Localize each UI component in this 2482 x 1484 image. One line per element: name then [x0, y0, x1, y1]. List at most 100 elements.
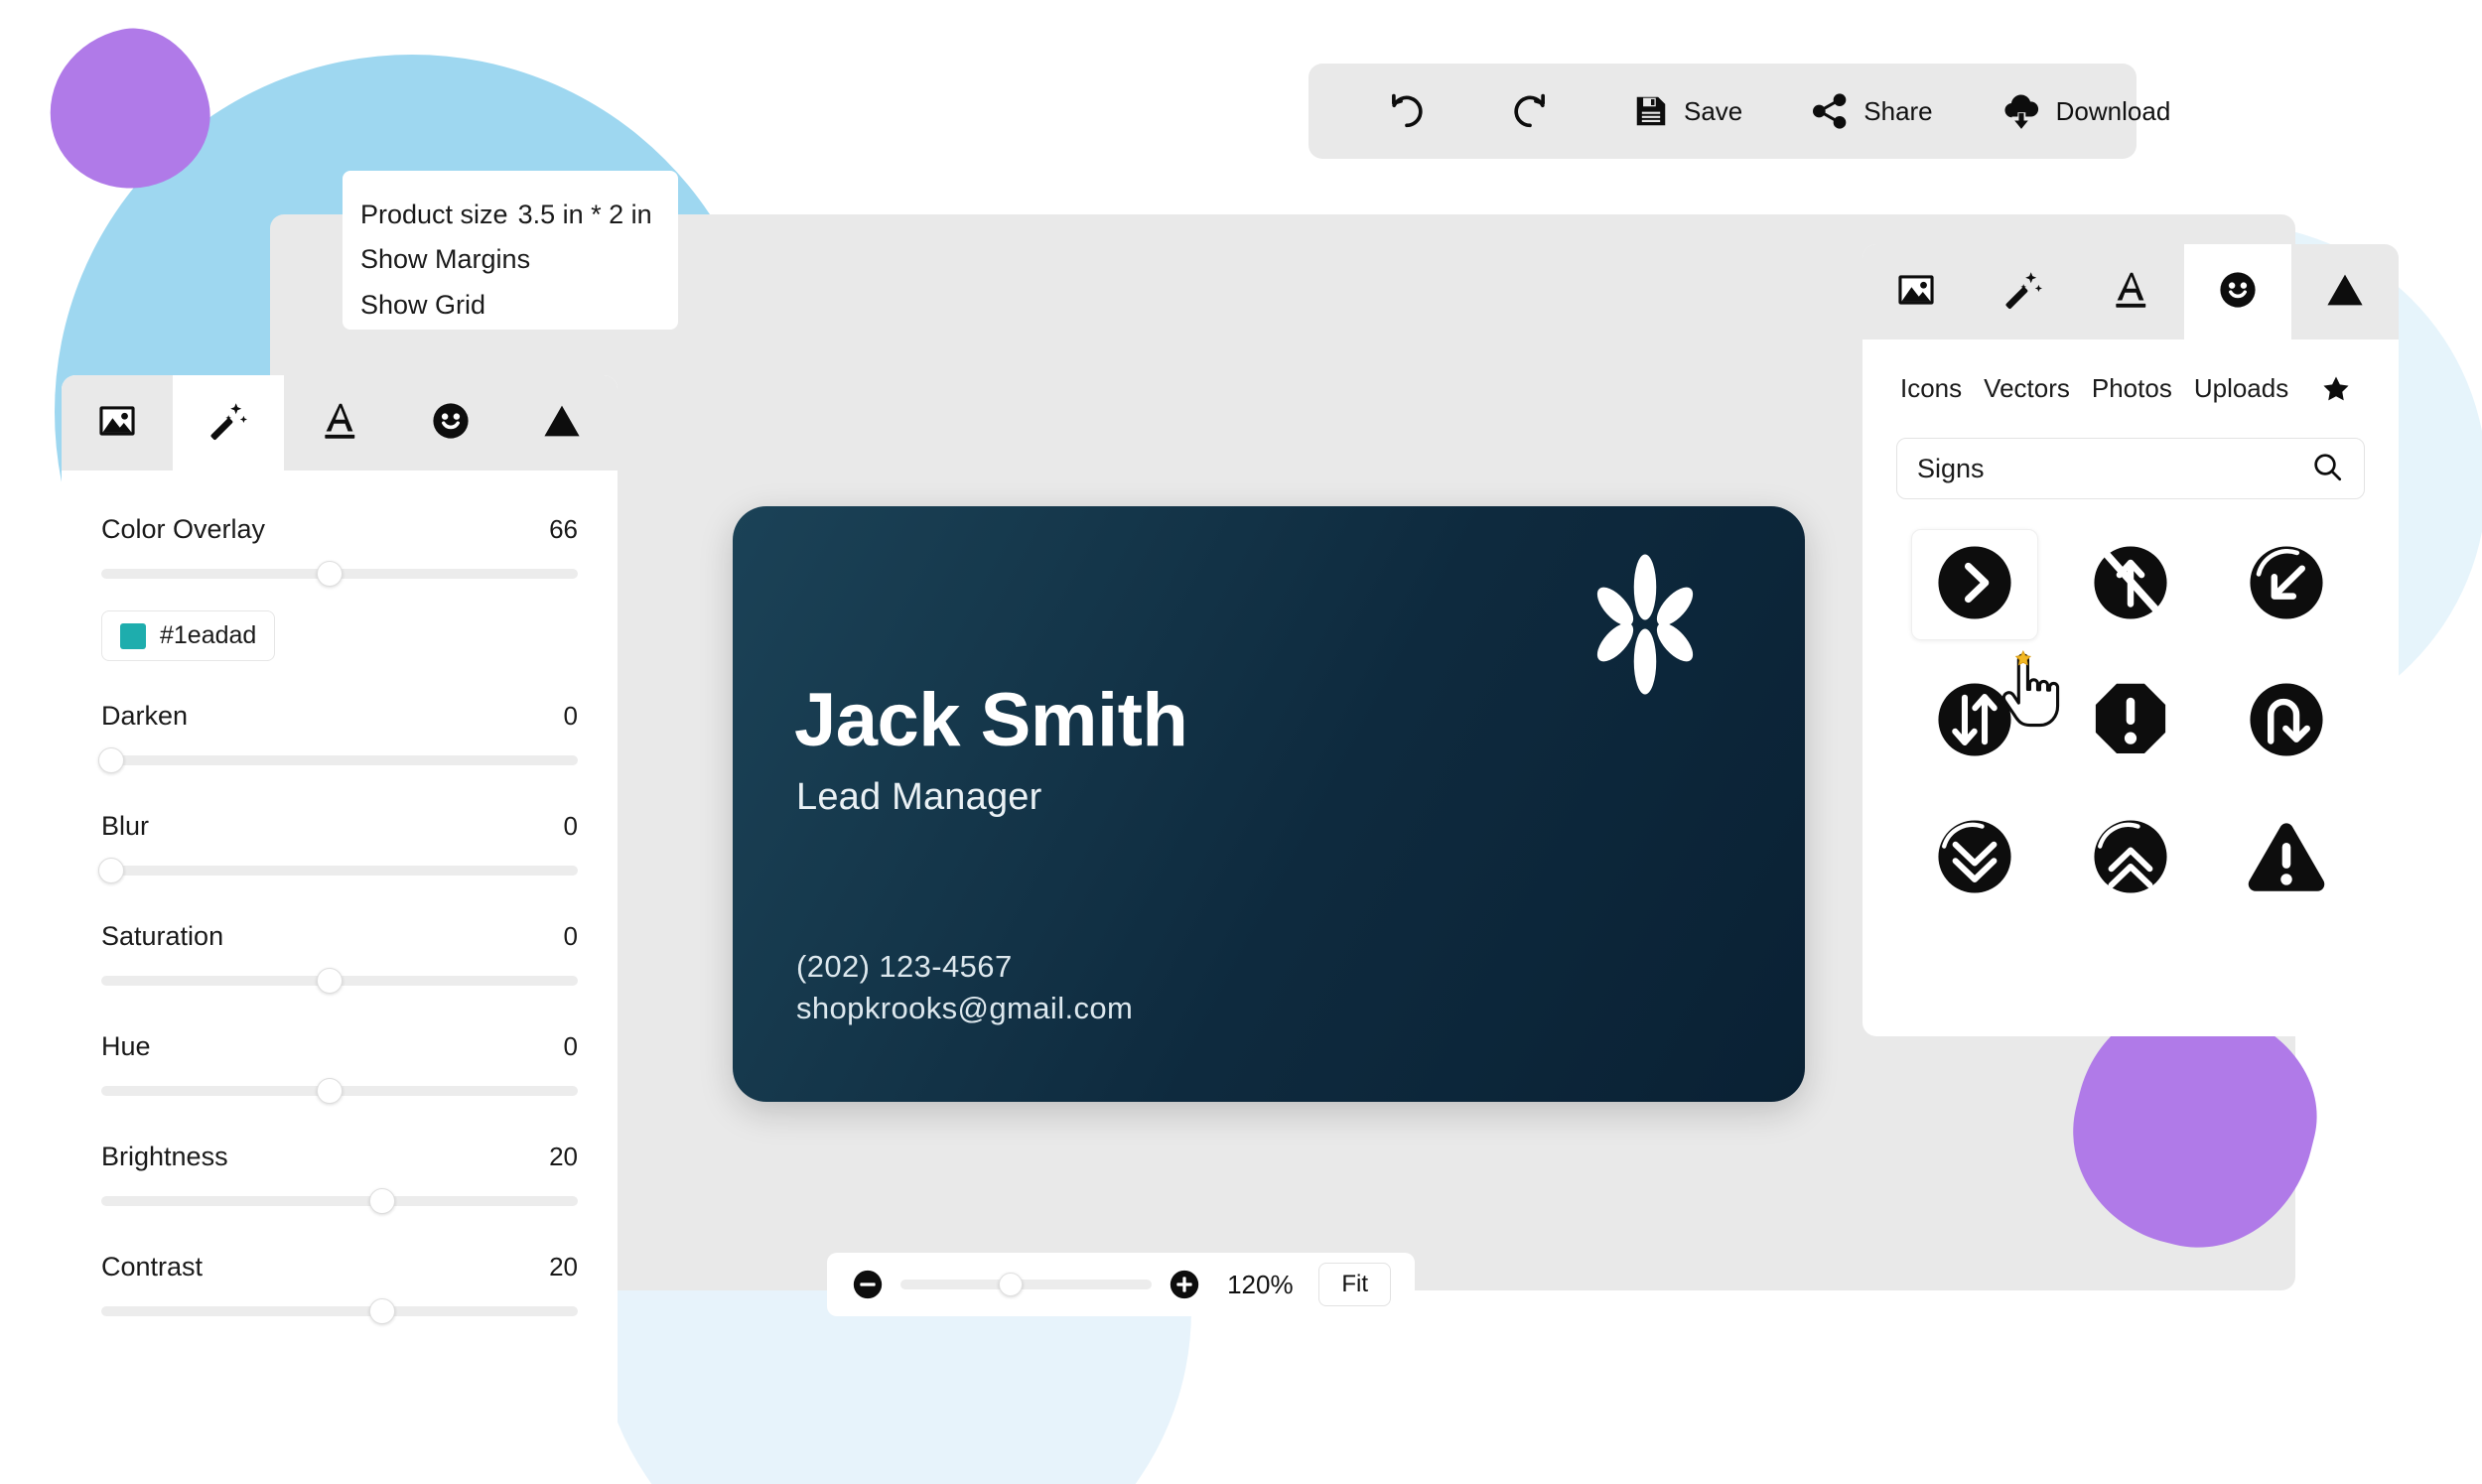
sidebar-item-shapes[interactable] — [506, 375, 618, 471]
sidebar-item-image[interactable] — [62, 375, 173, 471]
slider-label: Blur — [101, 811, 150, 841]
sidebar-item-stickers[interactable] — [2184, 244, 2291, 339]
icon-result-chevron-right-circle[interactable] — [1910, 529, 2038, 640]
product-size-value: 3.5 in * 2 in — [517, 200, 652, 229]
star-icon[interactable] — [2320, 373, 2352, 405]
slider-track[interactable] — [101, 968, 578, 994]
slider-label: Brightness — [101, 1142, 228, 1171]
slider-blur: Blur 0 — [97, 811, 578, 883]
show-margins-option[interactable]: Show Margins — [360, 237, 660, 282]
redo-button[interactable] — [1475, 64, 1598, 159]
sidebar-item-text[interactable] — [2077, 244, 2184, 339]
slider-value: 20 — [549, 1252, 578, 1282]
slider-label: Hue — [101, 1031, 151, 1061]
slider-hue: Hue 0 — [101, 1031, 578, 1104]
magic-wand-icon — [207, 399, 250, 448]
zoom-out-icon[interactable] — [851, 1268, 885, 1301]
slider-saturation: Saturation 0 — [101, 921, 578, 994]
undo-button[interactable] — [1352, 64, 1475, 159]
tab-icons[interactable]: Icons — [1900, 367, 1984, 410]
flower-logo-icon — [1571, 550, 1720, 704]
icon-result-u-turn-right-circle[interactable] — [2223, 666, 2350, 777]
sidebar-item-stickers[interactable] — [395, 375, 506, 471]
slider-label: Color Overlay — [101, 514, 266, 544]
icon-result-no-straight-ahead[interactable] — [2067, 529, 2194, 640]
download-button[interactable]: Download — [1967, 64, 2205, 159]
slider-knob[interactable] — [317, 968, 344, 994]
save-icon — [1632, 92, 1670, 130]
slider-knob[interactable] — [317, 561, 344, 587]
sidebar-item-image[interactable] — [1862, 244, 1970, 339]
card-email[interactable]: shopkrooks@gmail.com — [796, 991, 1133, 1026]
icon-result-warning-triangle[interactable] — [2223, 803, 2350, 914]
save-button[interactable]: Save — [1598, 64, 1776, 159]
zoom-slider-knob[interactable] — [999, 1273, 1024, 1296]
zoom-slider-track[interactable] — [900, 1273, 1153, 1296]
asset-subtabs: Icons Vectors Photos Uploads — [1896, 339, 2365, 420]
card-phone[interactable]: (202) 123-4567 — [796, 949, 1013, 985]
slider-track[interactable] — [101, 561, 578, 587]
slider-track[interactable] — [97, 858, 578, 883]
download-icon — [2000, 90, 2042, 132]
slider-value: 20 — [549, 1142, 578, 1171]
sidebar-item-effects[interactable] — [1970, 244, 2077, 339]
warning-triangle-icon — [2244, 814, 2329, 904]
text-a-icon — [318, 399, 361, 448]
top-toolbar: Save Share Download — [1309, 64, 2170, 159]
tab-uploads[interactable]: Uploads — [2194, 367, 2310, 410]
slider-track[interactable] — [97, 747, 578, 773]
sidebar-item-effects[interactable] — [173, 375, 284, 471]
triangle-icon — [2323, 268, 2367, 317]
icon-result-double-chevron-down-circle[interactable] — [1911, 803, 2038, 914]
smiley-icon — [2216, 268, 2260, 317]
slider-knob[interactable] — [97, 858, 124, 883]
slider-label: Contrast — [101, 1252, 204, 1282]
sidebar-item-shapes[interactable] — [2291, 244, 2399, 339]
slider-value: 0 — [563, 701, 578, 731]
no-straight-ahead-icon — [2088, 540, 2173, 630]
tab-vectors[interactable]: Vectors — [1984, 367, 2092, 410]
slider-knob[interactable] — [317, 1078, 344, 1104]
color-swatch-chip[interactable]: #1eadad — [101, 610, 276, 661]
icon-result-arrow-down-left-circle[interactable] — [2223, 529, 2350, 640]
slider-value: 0 — [563, 1031, 578, 1061]
icon-result-up-down-arrows-circle[interactable] — [1911, 666, 2038, 777]
zoom-toolbar: 120% Fit — [827, 1253, 1415, 1316]
magic-wand-icon — [2001, 268, 2045, 317]
triangle-icon — [540, 399, 584, 448]
zoom-fit-button[interactable]: Fit — [1318, 1263, 1391, 1306]
tab-photos[interactable]: Photos — [2092, 367, 2194, 410]
chevron-right-circle-icon — [1932, 540, 2017, 630]
slider-track[interactable] — [101, 1188, 578, 1214]
slider-track[interactable] — [101, 1298, 578, 1324]
image-icon — [95, 399, 139, 448]
color-swatch-preview — [120, 622, 146, 649]
text-a-icon — [2109, 268, 2152, 317]
color-swatch-hex: #1eadad — [160, 621, 257, 649]
share-button[interactable]: Share — [1776, 64, 1966, 159]
slider-track[interactable] — [101, 1078, 578, 1104]
card-name[interactable]: Jack Smith — [794, 677, 1188, 763]
show-grid-option[interactable]: Show Grid — [360, 283, 660, 328]
slider-knob[interactable] — [97, 747, 124, 773]
sidebar-item-text[interactable] — [284, 375, 395, 471]
card-role[interactable]: Lead Manager — [796, 776, 1041, 819]
share-icon — [1810, 91, 1850, 131]
effects-panel: Color Overlay 66 #1eadad Darken 0 Blur 0… — [62, 375, 618, 1477]
product-size-popup: Product size 3.5 in * 2 in Show Margins S… — [343, 171, 678, 330]
zoom-in-icon[interactable] — [1168, 1268, 1201, 1301]
business-card-preview[interactable]: Jack Smith Lead Manager (202) 123-4567 s… — [733, 506, 1805, 1102]
slider-knob[interactable] — [369, 1298, 396, 1324]
search-field-wrapper[interactable] — [1896, 438, 2365, 499]
search-input[interactable] — [1917, 453, 2310, 484]
zoom-level-value: 120% — [1227, 1269, 1294, 1299]
assets-panel-body: Icons Vectors Photos Uploads — [1862, 339, 2399, 914]
icon-result-double-chevron-up-circle[interactable] — [2067, 803, 2194, 914]
slider-darken: Darken 0 — [97, 701, 578, 773]
search-icon[interactable] — [2310, 450, 2344, 488]
slider-brightness: Brightness 20 — [101, 1142, 578, 1214]
slider-list: Color Overlay 66 #1eadad Darken 0 Blur 0… — [62, 471, 618, 1324]
download-label: Download — [2055, 95, 2171, 126]
icon-result-exclamation-octagon[interactable] — [2067, 666, 2194, 777]
slider-knob[interactable] — [369, 1188, 396, 1214]
